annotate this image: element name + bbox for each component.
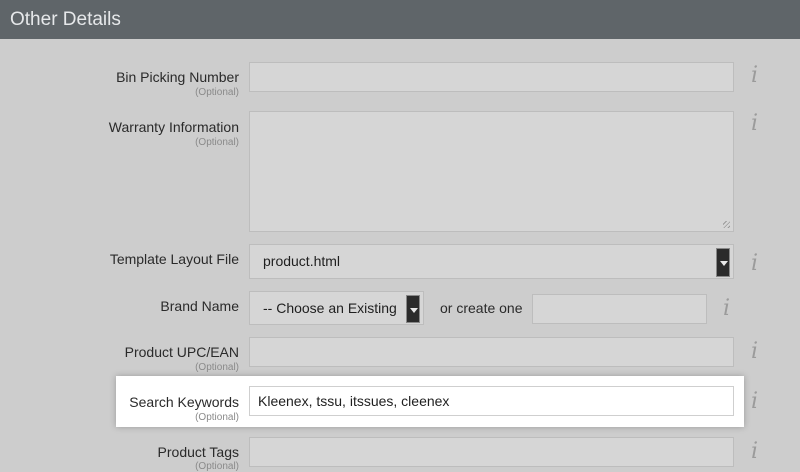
bin-picking-info-icon[interactable]: i [751, 65, 758, 87]
product-tags-label: Product Tags [157, 444, 239, 460]
bin-picking-input[interactable] [249, 62, 734, 92]
upc-label: Product UPC/EAN [124, 344, 239, 360]
section-header: Other Details [0, 0, 800, 39]
chevron-down-icon[interactable] [716, 248, 730, 277]
warranty-textarea[interactable] [249, 111, 734, 232]
warranty-optional: (Optional) [195, 137, 239, 148]
product-tags-optional: (Optional) [195, 461, 239, 472]
upc-optional: (Optional) [195, 362, 239, 373]
template-layout-selected: product.html [263, 253, 341, 269]
bin-picking-label: Bin Picking Number [116, 69, 239, 85]
template-layout-select[interactable]: product.html [249, 244, 734, 279]
create-brand-label: or create one [440, 300, 523, 316]
template-layout-info-icon[interactable]: i [751, 253, 758, 275]
template-layout-label: Template Layout File [109, 251, 239, 267]
create-brand-input[interactable] [532, 294, 707, 324]
warranty-label: Warranty Information [108, 119, 239, 135]
search-keywords-label: Search Keywords [129, 394, 239, 410]
search-keywords-optional: (Optional) [195, 412, 239, 423]
product-tags-info-icon[interactable]: i [751, 441, 758, 463]
upc-input[interactable] [249, 337, 734, 367]
bin-picking-optional: (Optional) [195, 87, 239, 98]
brand-select[interactable]: -- Choose an Existing [249, 291, 424, 325]
product-tags-input[interactable] [249, 437, 734, 467]
warranty-info-icon[interactable]: i [751, 113, 758, 135]
brand-selected: -- Choose an Existing [263, 300, 397, 316]
search-keywords-info-icon[interactable]: i [751, 391, 758, 413]
upc-info-icon[interactable]: i [751, 341, 758, 363]
resize-handle-icon[interactable] [723, 221, 730, 228]
chevron-down-icon[interactable] [406, 295, 420, 323]
brand-name-label: Brand Name [160, 298, 239, 314]
brand-info-icon[interactable]: i [723, 298, 730, 320]
search-keywords-input[interactable]: Kleenex, tssu, itssues, cleenex [249, 386, 734, 416]
section-title: Other Details [10, 9, 121, 30]
